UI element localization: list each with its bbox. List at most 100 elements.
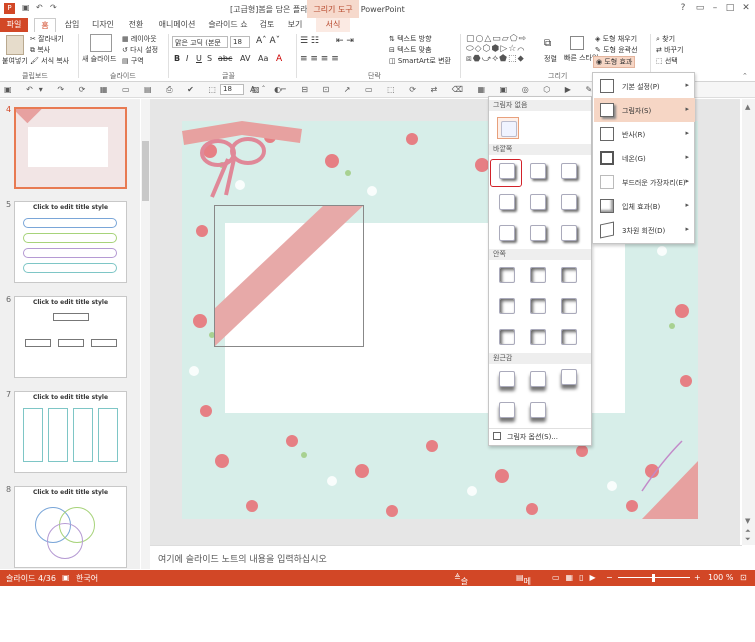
zoom-level[interactable]: 100 % — [708, 573, 733, 582]
redo-icon[interactable]: ↷ — [50, 3, 57, 12]
spellcheck-icon[interactable]: ▣ — [62, 573, 70, 582]
tab-home[interactable]: 홈 — [34, 18, 56, 32]
shadow-outer-option[interactable] — [499, 194, 515, 210]
shape-outline-button[interactable]: ✎ 도형 윤곽선 — [595, 45, 638, 55]
underline-button[interactable]: U — [196, 54, 202, 63]
help-icon[interactable]: ? — [676, 2, 690, 14]
notes-toggle[interactable]: ≜ 슬라이드 노트 — [454, 573, 468, 641]
collapse-ribbon-icon[interactable]: ⌃ — [742, 72, 748, 80]
shadow-inner-option[interactable] — [499, 267, 515, 283]
shadow-outer-option[interactable] — [561, 194, 577, 210]
tab-format[interactable]: 서식 — [316, 18, 350, 32]
shadow-outer-option[interactable] — [530, 225, 546, 241]
paste-button[interactable]: 붙여넣기 — [2, 56, 28, 66]
slide-thumbnail-5[interactable]: Click to edit title style — [14, 201, 127, 283]
comments-toggle[interactable]: ▤ 메모 — [516, 573, 531, 597]
thumbnails-scrollbar[interactable] — [141, 99, 150, 569]
slide-thumbnail-4[interactable] — [14, 107, 127, 189]
scroll-thumb[interactable] — [142, 141, 149, 201]
shadow-inner-option[interactable] — [530, 267, 546, 283]
shadow-outer-option[interactable] — [530, 163, 546, 179]
copy-button[interactable]: ⧉ 복사 — [30, 45, 50, 55]
shadow-options-item[interactable]: 그림자 옵션(S)... — [489, 428, 591, 444]
language-indicator[interactable]: 한국어 — [76, 573, 98, 584]
shadow-none-option[interactable] — [497, 117, 519, 139]
shape-effects-button[interactable]: ◉ 도형 효과 — [593, 56, 636, 68]
format-painter-button[interactable]: 🖌 서식 복사 — [30, 56, 69, 66]
canvas-scrollbar[interactable]: ▲ ▼ ⏶ ⏷ — [742, 99, 755, 545]
shapes-gallery[interactable]: ▢○△▭▱⬠⇨ ⬭◇⬡⬢▷☆⌒ ⧈⬣⤻⟡⬟⬚⬥ — [466, 34, 538, 64]
arrange-button[interactable]: 정렬 — [544, 54, 557, 64]
text-direction-button[interactable]: ⇅ 텍스트 방향 — [389, 34, 432, 44]
font-name-select[interactable]: 맑은 고딕 (본문 — [172, 36, 228, 48]
shadow-inner-option[interactable] — [530, 298, 546, 314]
shadow-outer-option[interactable] — [561, 163, 577, 179]
new-slide-icon[interactable] — [90, 34, 112, 52]
find-button[interactable]: ⌕ 찾기 — [656, 34, 675, 44]
menu-item-shadow[interactable]: 그림자(S) ▸ — [594, 98, 695, 122]
char-spacing-button[interactable]: AV — [240, 54, 250, 63]
shadow-outer-option[interactable] — [561, 225, 577, 241]
tab-view[interactable]: 보기 — [283, 18, 307, 32]
slide-thumbnail-6[interactable]: Click to edit title style — [14, 296, 127, 378]
slide-thumbnail-8[interactable]: Click to edit title style — [14, 486, 127, 568]
toolbar-icons[interactable]: ▣ ↶▾ ↷ ⟳ ▦ ▭ ▤ ⎙ ✔ ⬚ ◉ ▧ ◐ — [4, 85, 287, 95]
section-button[interactable]: ▤ 구역 — [122, 56, 144, 66]
shadow-inner-option[interactable] — [561, 329, 577, 345]
view-buttons[interactable]: ▭▦▯▶ — [552, 573, 602, 582]
minimize-button[interactable]: – — [708, 2, 722, 14]
close-button[interactable]: ✕ — [739, 2, 753, 14]
menu-item-bevel[interactable]: 입체 효과(B) ▸ — [594, 194, 695, 218]
zoom-out-icon[interactable]: − — [606, 573, 613, 582]
shadow-perspective-option[interactable] — [530, 371, 546, 387]
shadow-inner-option[interactable] — [499, 329, 515, 345]
strikethrough-button[interactable]: abc — [218, 54, 232, 63]
menu-item-3d-rotation[interactable]: 3차원 회전(D) ▸ — [594, 218, 695, 242]
zoom-slider-thumb[interactable] — [652, 574, 655, 582]
zoom-in-icon[interactable]: + — [694, 573, 701, 582]
shadow-perspective-option[interactable] — [499, 402, 515, 418]
bullets-icon[interactable]: ☰ ☷ — [300, 36, 319, 46]
tab-insert[interactable]: 삽입 — [60, 18, 84, 32]
shape-selection-box[interactable] — [214, 205, 364, 347]
arrange-icon[interactable]: ⧉ — [544, 38, 551, 49]
font-size-select[interactable]: 18 — [230, 36, 250, 48]
smartart-button[interactable]: ◫ SmartArt로 변환 — [389, 56, 451, 66]
tab-design[interactable]: 디자인 — [88, 18, 118, 32]
shadow-outer-option[interactable] — [499, 225, 515, 241]
shadow-perspective-option[interactable] — [561, 369, 577, 385]
shadow-inner-option[interactable] — [561, 267, 577, 283]
scroll-up-icon[interactable]: ▲ — [745, 103, 750, 111]
slide-thumbnail-7[interactable]: Click to edit title style — [14, 391, 127, 473]
reset-button[interactable]: ↺ 다시 설정 — [122, 45, 158, 55]
tab-transitions[interactable]: 전환 — [124, 18, 148, 32]
shadow-inner-option[interactable] — [499, 298, 515, 314]
shadow-outer-option[interactable] — [499, 163, 515, 179]
tab-animations[interactable]: 애니메이션 — [154, 18, 200, 32]
save-icon[interactable]: ▣ — [22, 3, 30, 12]
shadow-perspective-option[interactable] — [530, 402, 546, 418]
layout-button[interactable]: ▦ 레이아웃 — [122, 34, 157, 44]
quick-styles-button[interactable]: 빠른 스타일 — [564, 54, 598, 62]
replace-button[interactable]: ⇄ 바꾸기 — [656, 45, 683, 55]
change-case-button[interactable]: Aa — [258, 54, 268, 63]
menu-item-glow[interactable]: 네온(G) ▸ — [594, 146, 695, 170]
cut-button[interactable]: ✂ 잘라내기 — [30, 34, 64, 44]
bold-button[interactable]: B — [174, 54, 180, 63]
menu-item-reflection[interactable]: 반사(R) ▸ — [594, 122, 695, 146]
shadow-inner-option[interactable] — [561, 298, 577, 314]
quick-styles-icon[interactable] — [570, 36, 584, 50]
shadow-text-button[interactable]: S — [207, 54, 212, 63]
shadow-outer-option[interactable] — [530, 194, 546, 210]
shape-fill-button[interactable]: ◈ 도형 채우기 — [595, 34, 637, 44]
undo-icon[interactable]: ↶ — [36, 3, 43, 12]
maximize-button[interactable]: □ — [723, 2, 737, 14]
fit-to-window-icon[interactable]: ⊡ — [740, 573, 747, 582]
new-slide-button[interactable]: 새 슬라이드 — [82, 54, 116, 64]
tab-file[interactable]: 파일 — [0, 18, 28, 32]
menu-item-soft-edges[interactable]: 부드러운 가장자리(E) ▸ — [594, 170, 695, 194]
align-icons[interactable]: ≡ ≡ ≡ ≡ — [300, 54, 339, 64]
paste-icon[interactable] — [6, 35, 24, 55]
next-slide-icon[interactable]: ⏷ — [745, 535, 751, 544]
toolbar-font-size[interactable]: 18 — [220, 84, 244, 95]
